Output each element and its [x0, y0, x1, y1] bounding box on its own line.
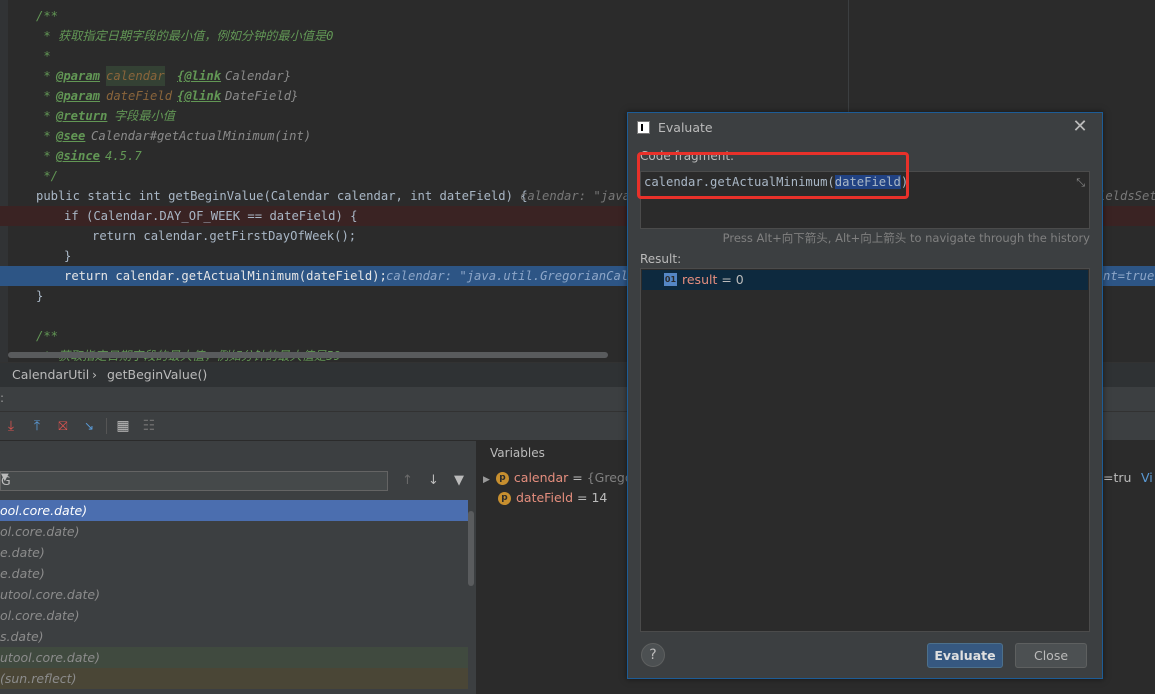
- code-comment: /**: [36, 9, 59, 23]
- parameter-badge-icon: p: [498, 492, 511, 505]
- breadcrumb-separator: ›: [92, 367, 97, 382]
- javadoc-tag: @since: [56, 149, 101, 163]
- if-statement: if (Calendar.DAY_OF_WEEK == dateField) {: [64, 209, 358, 223]
- stack-frame[interactable]: ol.core.date): [0, 605, 468, 626]
- close-button[interactable]: Close: [1015, 643, 1087, 668]
- javadoc-ref: Calendar}: [225, 69, 292, 83]
- code-comment: /**: [36, 329, 59, 343]
- inline-debug-hint-right: ieldsSet: [1098, 189, 1155, 203]
- javadoc-param-name: calendar: [106, 66, 165, 86]
- dialog-title: Evaluate: [658, 120, 713, 135]
- closing-brace: }: [64, 249, 72, 263]
- code-line: /**: [0, 6, 1155, 26]
- stack-frame[interactable]: s.date): [0, 626, 468, 647]
- run-to-cursor-icon[interactable]: ↘: [80, 417, 98, 435]
- stack-frame[interactable]: utool.core.date): [0, 584, 468, 605]
- result-row[interactable]: 01 result = 0: [642, 270, 1088, 290]
- stack-frame-selected[interactable]: ool.core.date): [0, 500, 468, 521]
- breadcrumb-class[interactable]: CalendarUtil: [12, 367, 89, 382]
- variable-name: calendar: [513, 470, 569, 485]
- return-statement: return calendar.getFirstDayOfWeek();: [92, 229, 357, 243]
- javadoc-ref: DateField}: [225, 89, 299, 103]
- inline-debug-hint-right: nt=true,: [1103, 269, 1155, 283]
- parameter-badge-icon: p: [495, 472, 509, 485]
- expand-arrow-icon[interactable]: ▶: [483, 475, 490, 485]
- javadoc-ref: Calendar#getActualMinimum(int): [91, 129, 312, 143]
- javadoc-tag: @see: [56, 129, 86, 143]
- javadoc-link: {@link: [177, 89, 222, 103]
- javadoc-param-name: dateField: [106, 89, 173, 103]
- stack-frame-library[interactable]: (sun.reflect): [0, 668, 468, 689]
- variable-row[interactable]: p dateField = 14: [498, 488, 607, 508]
- code-comment: * 获取指定日期字段的最小值，例如分钟的最小值是0: [36, 29, 334, 43]
- javadoc-tag: @param: [56, 89, 101, 103]
- evaluate-button[interactable]: Evaluate: [927, 643, 1003, 668]
- highlight-annotation-box: [637, 152, 909, 199]
- intellij-app-icon: [637, 121, 650, 134]
- arrow-up-icon[interactable]: ↑: [402, 473, 413, 488]
- stack-frame[interactable]: ol.core.date): [0, 521, 468, 542]
- drop-frame-icon[interactable]: ⛝: [54, 417, 72, 435]
- result-value: 0: [735, 272, 744, 287]
- frames-panel: G ▼ ↑ ↓ ▼ ool.core.date) ol.core.date) e…: [0, 441, 476, 694]
- help-button[interactable]: ?: [641, 643, 665, 667]
- evaluate-table-icon[interactable]: ▦: [114, 417, 132, 435]
- toolbar-separator: [106, 418, 107, 434]
- thread-selector[interactable]: G ▼: [0, 471, 388, 491]
- result-label: Result:: [640, 252, 682, 266]
- dialog-title-bar[interactable]: Evaluate ✕: [628, 113, 1102, 143]
- breadcrumb-method[interactable]: getBeginValue(): [107, 367, 207, 382]
- stack-frame-library[interactable]: utool.core.date): [0, 647, 468, 668]
- step-into-red-icon[interactable]: ⤓: [2, 417, 20, 435]
- view-link[interactable]: Vi: [1141, 468, 1153, 488]
- evaluate-dialog: Evaluate ✕ Code fragment: calendar.getAc…: [627, 112, 1103, 679]
- history-hint: Press Alt+向下箭头, Alt+向上箭头 to navigate thr…: [722, 231, 1090, 245]
- frames-scrollbar[interactable]: [468, 511, 474, 586]
- chevron-down-icon: ▼: [1, 472, 9, 483]
- closing-brace: }: [36, 289, 44, 303]
- header-edge-glyph: :: [0, 391, 5, 405]
- close-icon[interactable]: ✕: [1070, 116, 1090, 138]
- javadoc-text: 4.5.7: [105, 149, 142, 163]
- variable-value: 14: [591, 490, 608, 505]
- javadoc-text: 字段最小值: [114, 109, 175, 123]
- stack-frame[interactable]: e.date): [0, 563, 468, 584]
- method-signature: public static int getBeginValue(Calendar…: [36, 189, 528, 203]
- inline-debug-hint: calendar: "java: [520, 189, 631, 203]
- step-out-icon[interactable]: ⤒: [28, 417, 46, 435]
- inline-debug-hint: calendar: "java.util.GregorianCaler: [386, 269, 643, 283]
- current-statement: return calendar.getActualMinimum(dateFie…: [64, 269, 387, 283]
- code-line: * @param dateField {@link DateField}: [0, 86, 1155, 106]
- arrow-down-icon[interactable]: ↓: [428, 473, 439, 488]
- variables-title: Variables: [490, 446, 545, 460]
- javadoc-tag: @param: [56, 69, 101, 83]
- trace-icon[interactable]: ☷: [140, 417, 158, 435]
- expand-icon[interactable]: ⤡: [1076, 176, 1085, 190]
- variable-row[interactable]: ▶ p calendar = {Gregor: [483, 468, 638, 488]
- variable-value-tail: =tru: [1103, 470, 1132, 485]
- code-line: *: [0, 46, 1155, 66]
- filter-icon[interactable]: ▼: [454, 473, 464, 488]
- code-line: * @param calendar {@link Calendar}: [0, 66, 1155, 86]
- primitive-value-icon: 01: [664, 273, 677, 286]
- javadoc-link: {@link: [177, 69, 222, 83]
- editor-horizontal-scrollbar[interactable]: [8, 352, 608, 358]
- code-comment: *: [36, 49, 51, 63]
- variable-name: dateField: [516, 490, 574, 505]
- stack-frame[interactable]: e.date): [0, 542, 468, 563]
- javadoc-tag: @return: [56, 109, 108, 123]
- result-name: result: [682, 272, 718, 287]
- code-line: * 获取指定日期字段的最小值，例如分钟的最小值是0: [0, 26, 1155, 46]
- result-tree[interactable]: 01 result = 0: [640, 268, 1090, 632]
- code-comment: */: [36, 169, 59, 183]
